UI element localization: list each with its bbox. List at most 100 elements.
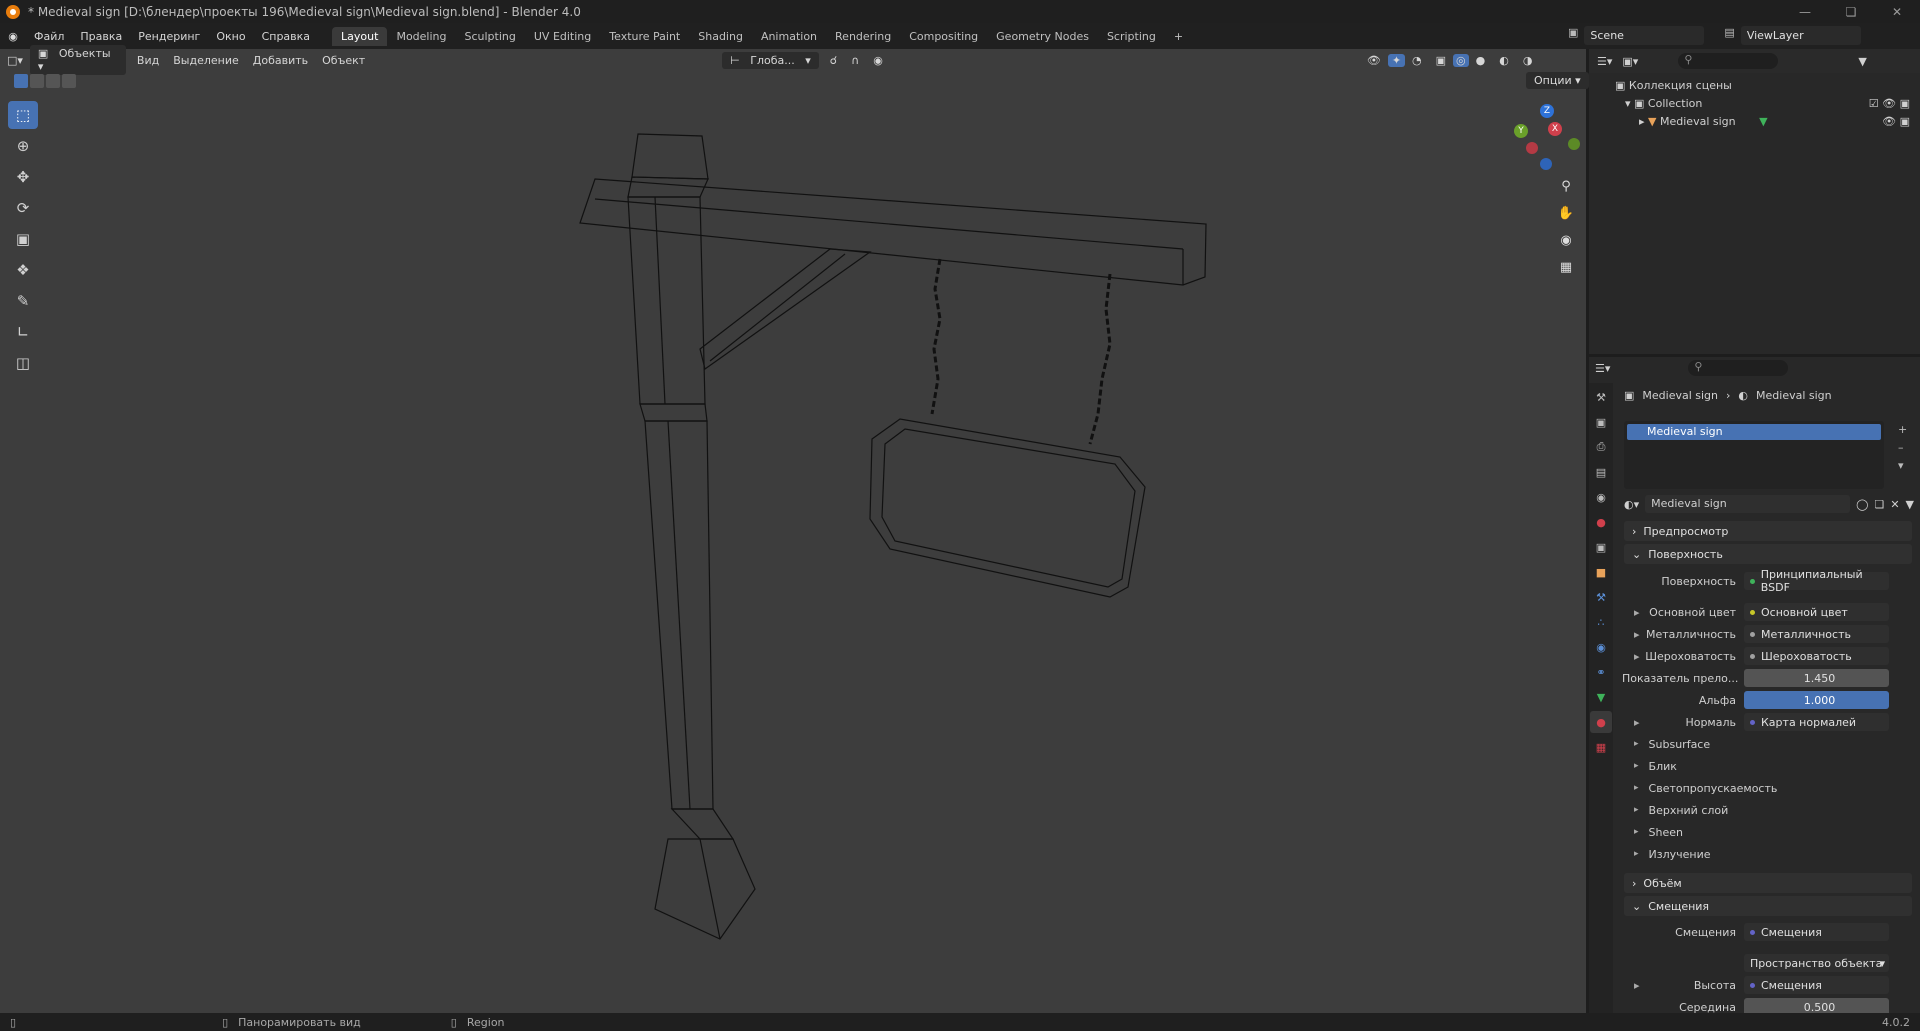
ior-field[interactable]: 1.450: [1744, 669, 1889, 687]
tab-uv-editing[interactable]: UV Editing: [525, 27, 600, 46]
select-extend-icon[interactable]: [30, 74, 44, 88]
duplicate-material-icon[interactable]: ❏: [1874, 498, 1884, 511]
minimize-icon[interactable]: —: [1782, 0, 1828, 23]
gizmo-z-axis[interactable]: Z: [1540, 104, 1554, 118]
particles-tab-icon[interactable]: ∴: [1590, 611, 1612, 633]
orientation-dropdown[interactable]: ⊢ Глоба... ▾: [722, 51, 819, 69]
material-name-field[interactable]: Medieval sign: [1645, 495, 1851, 513]
snap-icon[interactable]: ∩: [844, 54, 866, 67]
move-icon[interactable]: ✥: [8, 163, 38, 191]
tab-rendering[interactable]: Rendering: [826, 27, 900, 46]
remove-slot-icon[interactable]: –: [1898, 439, 1907, 457]
zoom-icon[interactable]: ⚲: [1554, 174, 1578, 198]
collection-tab-icon[interactable]: ▣: [1590, 536, 1612, 558]
object-menu[interactable]: Объект: [315, 54, 372, 67]
data-tab-icon[interactable]: ▼: [1590, 686, 1612, 708]
world-tab-icon[interactable]: ●: [1590, 511, 1612, 533]
view-layer-selector[interactable]: ViewLayer: [1740, 26, 1861, 45]
transform-icon[interactable]: ❖: [8, 256, 38, 284]
filter-icon[interactable]: ▼: [1858, 55, 1866, 68]
scene-selector[interactable]: Scene: [1584, 26, 1705, 45]
navigation-gizmo[interactable]: Z Y X: [1504, 102, 1584, 174]
tab-layout[interactable]: Layout: [332, 26, 388, 46]
menu-edit[interactable]: Правка: [72, 30, 130, 43]
select-subtract-icon[interactable]: [46, 74, 60, 88]
surface-shader-field[interactable]: Принципиальный BSDF: [1744, 568, 1889, 594]
shading-wireframe-icon[interactable]: ◎: [1453, 53, 1469, 67]
normal-field[interactable]: Карта нормалей: [1744, 713, 1889, 731]
base-color-field[interactable]: Основной цвет: [1744, 603, 1889, 621]
collection-visibility-icon[interactable]: ☑ 👁 ▣: [1869, 95, 1910, 113]
camera-icon[interactable]: ◉: [1554, 228, 1578, 252]
gizmo-neg-z[interactable]: [1540, 158, 1552, 170]
sheen-panel[interactable]: Sheen: [1634, 823, 1683, 841]
visibility-icon[interactable]: 👁: [1360, 54, 1388, 67]
metallic-field[interactable]: Металличность: [1744, 625, 1889, 643]
outliner-editor-icon[interactable]: ☰▾: [1597, 55, 1612, 68]
tab-texture-paint[interactable]: Texture Paint: [600, 27, 689, 46]
tab-shading[interactable]: Shading: [689, 27, 752, 46]
menu-render[interactable]: Рендеринг: [130, 30, 208, 43]
volume-section[interactable]: › Объём: [1624, 873, 1912, 893]
unlink-material-icon[interactable]: ✕: [1890, 498, 1899, 511]
emission-panel[interactable]: Излучение: [1634, 845, 1711, 863]
mode-dropdown[interactable]: ▣ Объекты ▾: [29, 45, 126, 75]
material-slot-list[interactable]: Medieval sign: [1624, 421, 1884, 489]
annotate-icon[interactable]: ✎: [8, 287, 38, 315]
3d-viewport[interactable]: [0, 49, 1586, 1013]
preview-section[interactable]: › Предпросмотр: [1624, 521, 1912, 541]
collection-row[interactable]: ▾ ▣ Collection ☑ 👁 ▣: [1615, 95, 1920, 113]
material-filter-icon[interactable]: ▼: [1906, 498, 1914, 511]
proportional-edit-icon[interactable]: ◉: [866, 54, 890, 67]
xray-icon[interactable]: ▣: [1429, 54, 1453, 67]
blender-menu-icon[interactable]: ◉: [0, 30, 26, 43]
object-tab-icon[interactable]: ■: [1590, 561, 1612, 583]
pivot-icon[interactable]: ☌: [823, 54, 844, 67]
select-menu[interactable]: Выделение: [166, 54, 246, 67]
surface-section[interactable]: ⌄ Поверхность: [1624, 544, 1912, 564]
displacement-section[interactable]: ⌄ Смещения: [1624, 896, 1912, 916]
alpha-field[interactable]: 1.000: [1744, 691, 1889, 709]
constraint-tab-icon[interactable]: ⚭: [1590, 661, 1612, 683]
options-dropdown[interactable]: Опции ▾: [1526, 72, 1589, 89]
scale-icon[interactable]: ▣: [8, 225, 38, 253]
outliner-search-input[interactable]: ⚲: [1678, 53, 1779, 69]
close-icon[interactable]: ✕: [1874, 0, 1920, 23]
tab-geometry-nodes[interactable]: Geometry Nodes: [987, 27, 1098, 46]
physics-tab-icon[interactable]: ◉: [1590, 636, 1612, 658]
tab-sculpting[interactable]: Sculpting: [456, 27, 525, 46]
add-cube-icon[interactable]: ◫: [8, 349, 38, 377]
texture-tab-icon[interactable]: ▦: [1590, 736, 1612, 758]
tab-scripting[interactable]: Scripting: [1098, 27, 1165, 46]
gizmo-neg-y[interactable]: [1568, 138, 1580, 150]
material-slot-item[interactable]: Medieval sign: [1627, 424, 1881, 440]
view-layer-icon[interactable]: ▤: [1724, 26, 1734, 45]
output-tab-icon[interactable]: ⎙: [1590, 436, 1612, 458]
tab-modeling[interactable]: Modeling: [387, 27, 455, 46]
transmission-panel[interactable]: Светопропускаемость: [1634, 779, 1778, 797]
object-visibility-icon[interactable]: 👁 ▣: [1882, 113, 1910, 131]
tab-animation[interactable]: Animation: [752, 27, 826, 46]
overlay-icon[interactable]: ◔: [1405, 54, 1429, 67]
scene-icon[interactable]: ▣: [1568, 26, 1578, 45]
material-tab-icon[interactable]: ●: [1590, 711, 1612, 733]
scene-tab-icon[interactable]: ◉: [1590, 486, 1612, 508]
gizmo-y-axis[interactable]: Y: [1514, 124, 1528, 138]
specular-panel[interactable]: Блик: [1634, 757, 1677, 775]
editor-type-icon[interactable]: □▾: [0, 54, 30, 67]
display-mode-icon[interactable]: ▣▾: [1622, 55, 1638, 68]
height-field[interactable]: Смещения: [1744, 976, 1889, 994]
select-new-icon[interactable]: [14, 74, 28, 88]
render-tab-icon[interactable]: ▣: [1590, 411, 1612, 433]
tab-compositing[interactable]: Compositing: [900, 27, 987, 46]
coat-panel[interactable]: Верхний слой: [1634, 801, 1729, 819]
select-box-icon[interactable]: ⬚: [8, 101, 38, 129]
properties-editor-icon[interactable]: ☰▾: [1595, 362, 1610, 375]
material-browse-icon[interactable]: ◐▾: [1624, 498, 1639, 511]
maximize-icon[interactable]: ❏: [1828, 0, 1874, 23]
add-workspace-icon[interactable]: +: [1165, 27, 1192, 46]
menu-help[interactable]: Справка: [254, 30, 318, 43]
cursor-icon[interactable]: ⊕: [8, 132, 38, 160]
displacement-field[interactable]: Смещения: [1744, 923, 1889, 941]
shading-rendered-icon[interactable]: ◑: [1516, 54, 1540, 67]
